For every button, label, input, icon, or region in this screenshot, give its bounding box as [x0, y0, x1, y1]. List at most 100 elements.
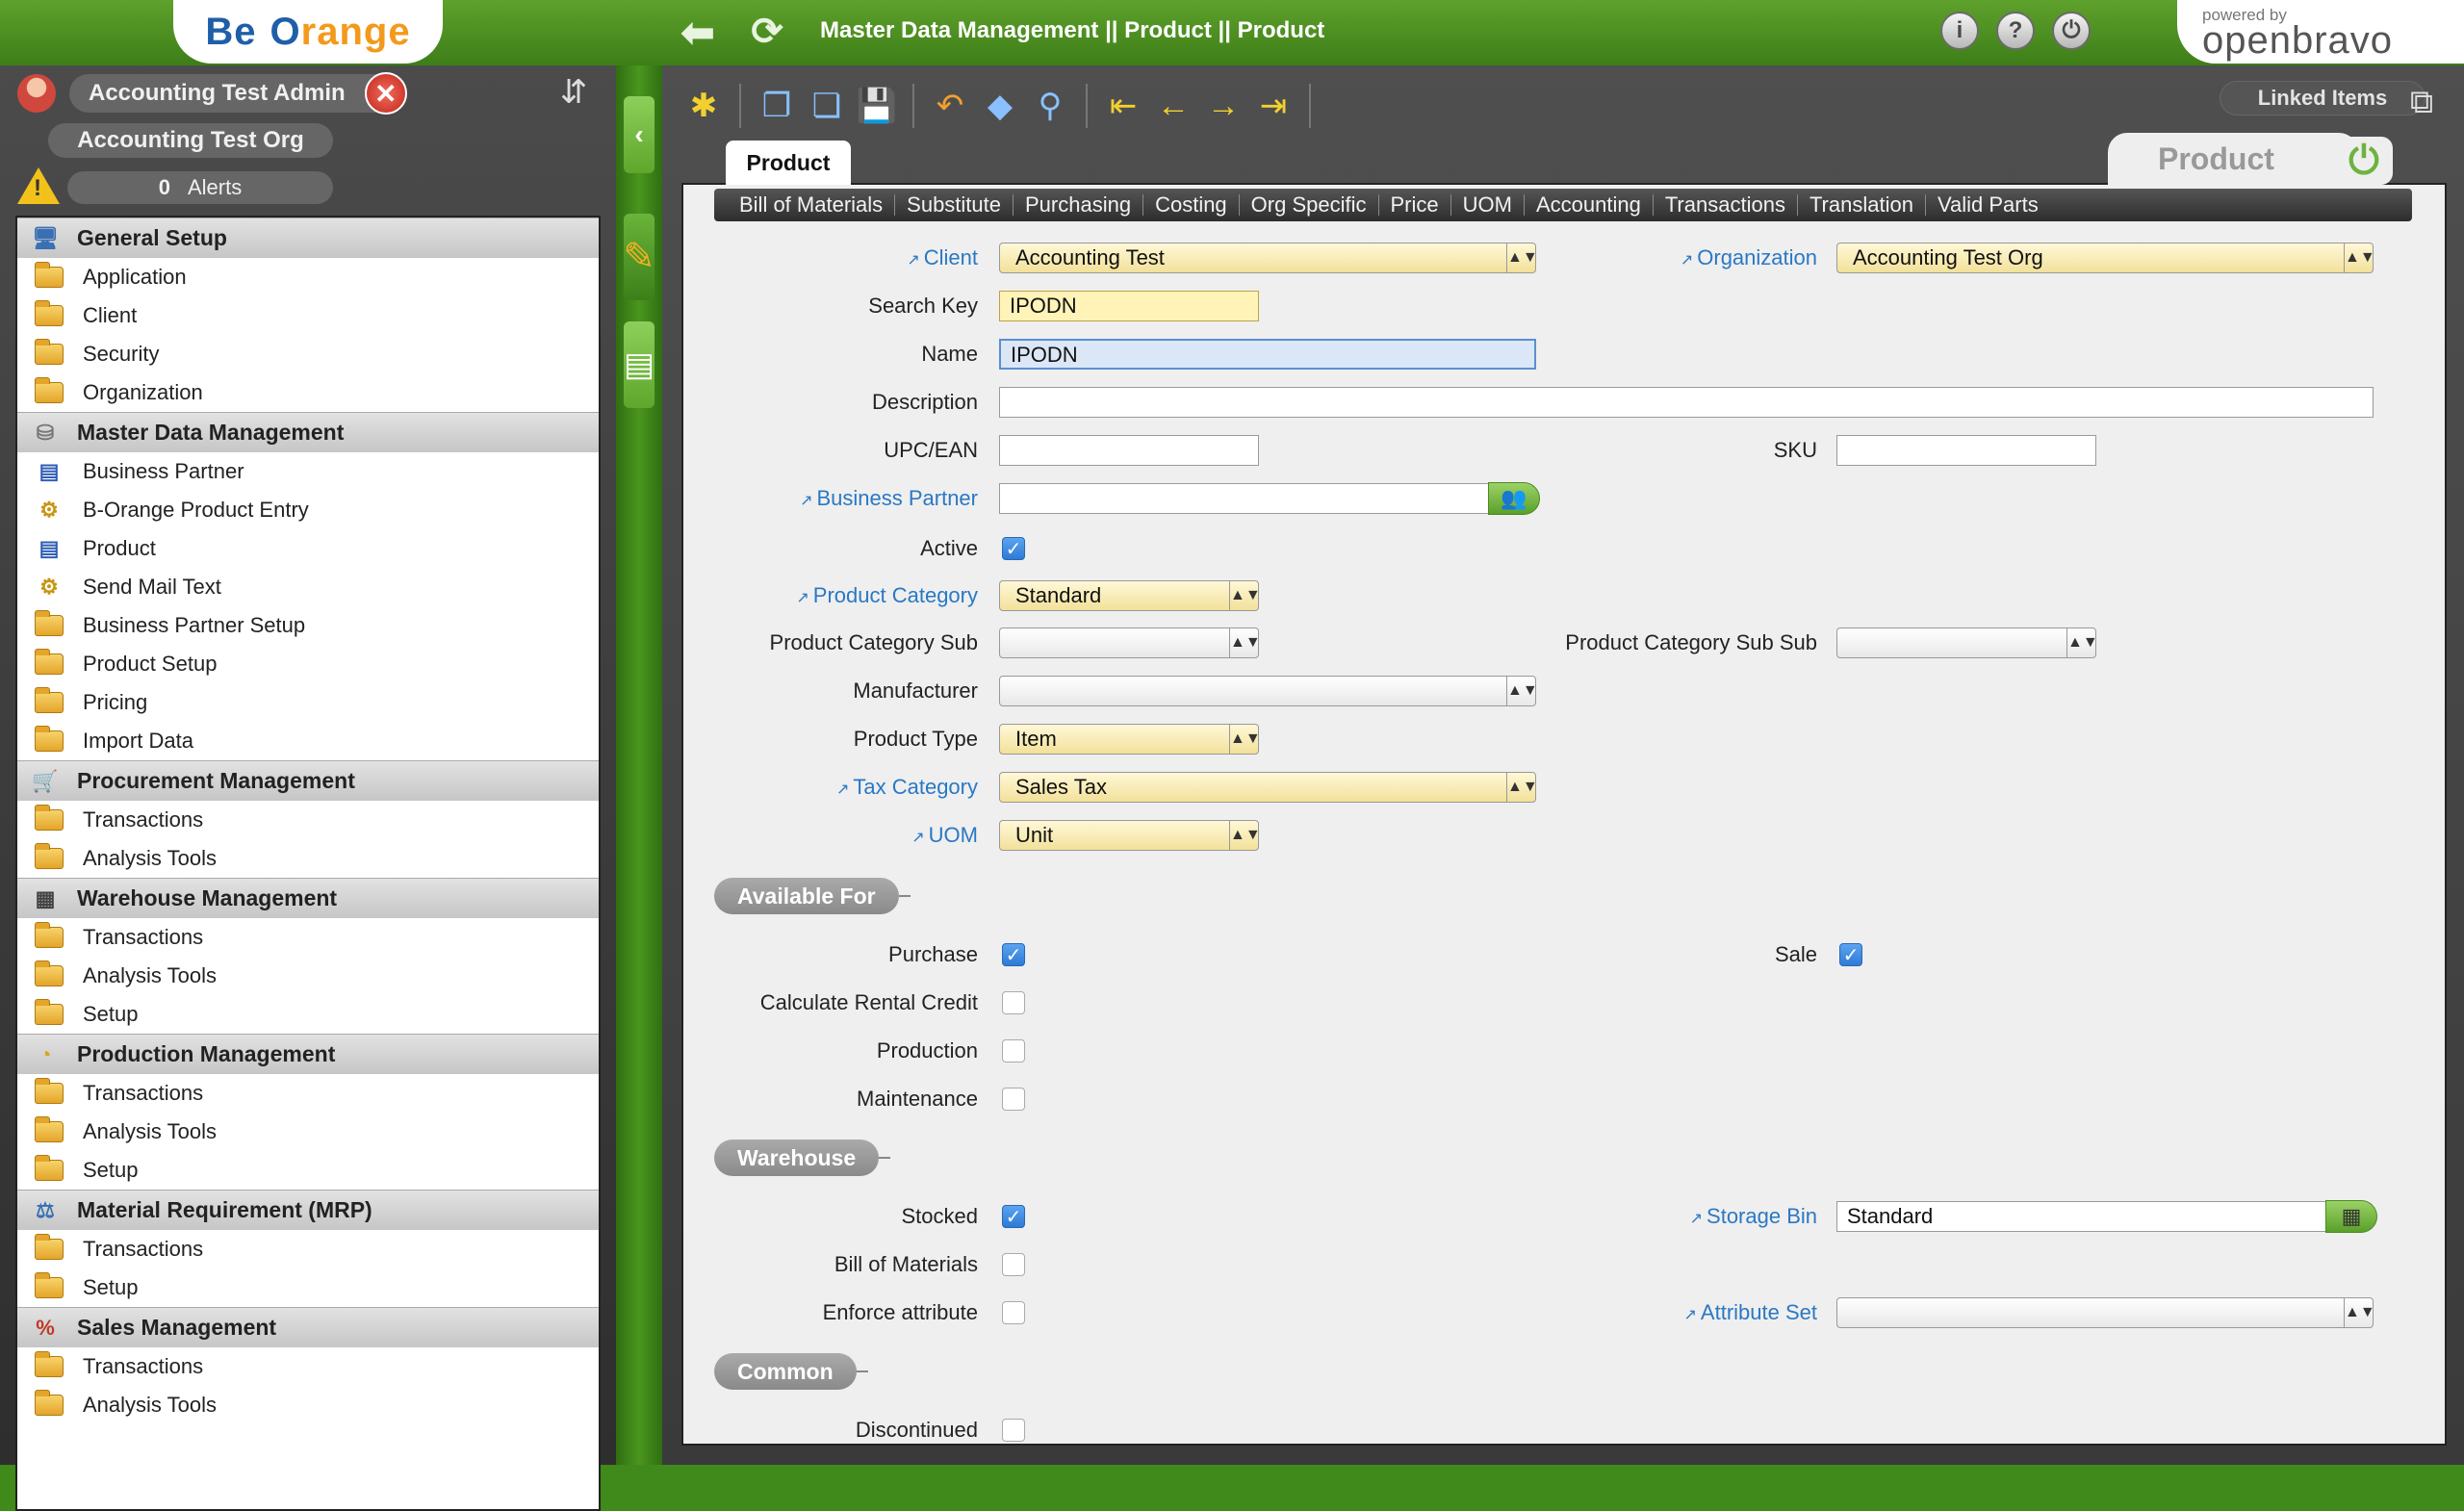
uom-select[interactable]: Unit ▲▼ — [999, 820, 1261, 851]
menu-item-business-partner[interactable]: ▤ Business Partner — [17, 452, 599, 491]
collapse-menu-icon[interactable]: ⇵ — [552, 71, 595, 114]
organization-label[interactable]: ↗ Organization — [1559, 243, 1817, 273]
menu-section-master-data[interactable]: ⛁ Master Data Management — [17, 412, 599, 452]
menu-item-send-mail-text[interactable]: ⚙ Send Mail Text — [17, 568, 599, 606]
save-and-next-icon[interactable]: ❏ — [805, 84, 849, 128]
next-record-icon[interactable]: → — [1201, 84, 1245, 128]
menu-item-product-setup[interactable]: Product Setup — [17, 645, 599, 683]
help-icon[interactable]: ? — [1996, 12, 2035, 50]
subtab-bill-of-materials[interactable]: Bill of Materials — [728, 194, 896, 216]
menu-item-business-partner-setup[interactable]: Business Partner Setup — [17, 606, 599, 645]
menu-section-mrp[interactable]: ⚖ Material Requirement (MRP) — [17, 1190, 599, 1230]
upc-input[interactable] — [999, 435, 1259, 466]
grid-view-icon[interactable]: ▤ — [624, 321, 654, 408]
user-name[interactable]: Accounting Test Admin ✕ — [69, 72, 407, 115]
menu-section-procurement[interactable]: 🛒 Procurement Management — [17, 760, 599, 801]
client-select[interactable]: Accounting Test ▲▼ — [999, 243, 1538, 273]
menu-item-transactions[interactable]: Transactions — [17, 1347, 599, 1386]
description-input[interactable] — [999, 387, 2374, 418]
save-icon[interactable]: 💾 — [855, 84, 899, 128]
subtab-purchasing[interactable]: Purchasing — [1014, 194, 1144, 216]
linked-items-icon[interactable]: ⧉ — [2400, 81, 2443, 123]
subtab-substitute[interactable]: Substitute — [895, 194, 1014, 216]
linked-items-button[interactable]: Linked Items — [2220, 81, 2426, 115]
search-icon[interactable]: ⚲ — [1028, 84, 1072, 128]
collapse-left-panel-icon[interactable]: ‹ — [624, 96, 654, 173]
menu-item-transactions[interactable]: Transactions — [17, 918, 599, 957]
close-session-icon[interactable]: ✕ — [364, 72, 407, 115]
menu-item-organization[interactable]: Organization — [17, 373, 599, 412]
menu-item-setup[interactable]: Setup — [17, 1151, 599, 1190]
manufacturer-select[interactable]: ▲▼ — [999, 676, 1538, 706]
menu-item-setup[interactable]: Setup — [17, 995, 599, 1034]
business-partner-selector-icon[interactable]: 👥 — [1488, 482, 1540, 515]
menu-item-product[interactable]: ▤ Product — [17, 529, 599, 568]
product-category-label[interactable]: ↗ Product Category — [732, 580, 978, 611]
refresh-icon[interactable]: ⟳ — [743, 10, 791, 54]
alerts-pill[interactable]: 0 Alerts — [67, 171, 333, 204]
menu-item-transactions[interactable]: Transactions — [17, 1230, 599, 1268]
menu-item-analysis-tools[interactable]: Analysis Tools — [17, 1386, 599, 1424]
purchase-checkbox[interactable]: ✓ — [1002, 943, 1025, 966]
active-checkbox[interactable]: ✓ — [1002, 537, 1025, 560]
subtab-accounting[interactable]: Accounting — [1525, 194, 1654, 216]
subtab-uom[interactable]: UOM — [1451, 194, 1525, 216]
menu-item-analysis-tools[interactable]: Analysis Tools — [17, 1113, 599, 1151]
menu-section-warehouse[interactable]: ▦ Warehouse Management — [17, 878, 599, 918]
undo-icon[interactable]: ↶ — [928, 84, 972, 128]
business-partner-input[interactable] — [999, 483, 1490, 514]
tab-product[interactable]: Product — [726, 141, 851, 185]
name-input[interactable]: IPODN — [999, 339, 1536, 370]
edit-view-pencil-icon[interactable]: ✎ — [623, 214, 655, 300]
warehouse-section-toggle[interactable]: Warehouse — [714, 1140, 891, 1176]
menu-section-production[interactable]: ◔ Production Management — [17, 1034, 599, 1074]
tax-category-select[interactable]: Sales Tax ▲▼ — [999, 772, 1538, 803]
menu-item-analysis-tools[interactable]: Analysis Tools — [17, 957, 599, 995]
product-category-select[interactable]: Standard ▲▼ — [999, 580, 1261, 611]
organization-pill[interactable]: Accounting Test Org — [48, 123, 333, 158]
discontinued-checkbox[interactable] — [1002, 1419, 1025, 1442]
subtab-transactions[interactable]: Transactions — [1654, 194, 1798, 216]
attribute-set-select[interactable]: ▲▼ — [1836, 1297, 2375, 1328]
subtab-org-specific[interactable]: Org Specific — [1240, 194, 1379, 216]
storage-bin-label[interactable]: ↗ Storage Bin — [1559, 1201, 1817, 1232]
tax-category-label[interactable]: ↗ Tax Category — [732, 772, 978, 803]
logout-icon[interactable]: ⏻ — [2052, 12, 2091, 50]
subtab-valid-parts[interactable]: Valid Parts — [1926, 194, 2050, 216]
menu-item-application[interactable]: Application — [17, 258, 599, 296]
delete-eraser-icon[interactable]: ◆ — [978, 84, 1022, 128]
menu-item-analysis-tools[interactable]: Analysis Tools — [17, 839, 599, 878]
first-record-icon[interactable]: ⇤ — [1101, 84, 1145, 128]
info-icon[interactable]: i — [1940, 12, 1979, 50]
new-record-icon[interactable]: ✱ — [681, 84, 726, 128]
menu-item-transactions[interactable]: Transactions — [17, 801, 599, 839]
previous-record-icon[interactable]: ← — [1151, 84, 1195, 128]
available-for-section-toggle[interactable]: Available For — [714, 878, 911, 914]
sale-checkbox[interactable]: ✓ — [1839, 943, 1862, 966]
subtab-costing[interactable]: Costing — [1143, 194, 1240, 216]
rental-credit-checkbox[interactable] — [1002, 991, 1025, 1014]
attribute-set-label[interactable]: ↗ Attribute Set — [1559, 1297, 1817, 1328]
menu-item-b-orange-product-entry[interactable]: ⚙ B-Orange Product Entry — [17, 491, 599, 529]
client-label[interactable]: ↗ Client — [732, 243, 978, 273]
sku-input[interactable] — [1836, 435, 2096, 466]
product-category-sub-select[interactable]: ▲▼ — [999, 627, 1261, 658]
business-partner-label[interactable]: ↗ Business Partner — [732, 483, 978, 514]
back-arrow-icon[interactable]: ⬅ — [674, 10, 722, 55]
menu-item-transactions[interactable]: Transactions — [17, 1074, 599, 1113]
save-and-new-icon[interactable]: ❐ — [755, 84, 799, 128]
common-section-toggle[interactable]: Common — [714, 1353, 868, 1390]
enforce-attribute-checkbox[interactable] — [1002, 1301, 1025, 1324]
production-checkbox[interactable] — [1002, 1039, 1025, 1063]
subtab-price[interactable]: Price — [1379, 194, 1451, 216]
storage-bin-selector-icon[interactable]: ▦ — [2325, 1200, 2377, 1233]
product-type-select[interactable]: Item ▲▼ — [999, 724, 1261, 755]
organization-select[interactable]: Accounting Test Org ▲▼ — [1836, 243, 2375, 273]
menu-item-client[interactable]: Client — [17, 296, 599, 335]
menu-section-sales[interactable]: % Sales Management — [17, 1307, 599, 1347]
search-key-input[interactable]: IPODN — [999, 291, 1259, 321]
menu-item-setup[interactable]: Setup — [17, 1268, 599, 1307]
menu-item-security[interactable]: Security — [17, 335, 599, 373]
storage-bin-input[interactable]: Standard — [1836, 1201, 2327, 1232]
bill-of-materials-checkbox[interactable] — [1002, 1253, 1025, 1276]
